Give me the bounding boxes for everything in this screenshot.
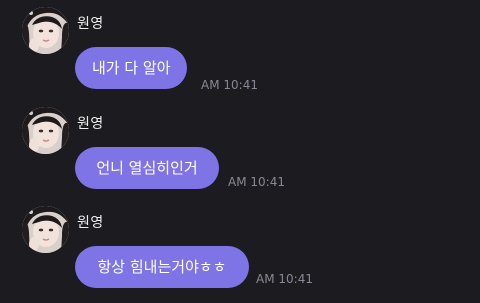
- profile-photo-icon: [22, 7, 69, 54]
- chat-message: 원영 언니 열심히인거 AM 10:41: [0, 100, 480, 200]
- message-bubble[interactable]: 항상 힘내는거야ㅎㅎ: [75, 246, 249, 288]
- message-time: AM 10:41: [256, 272, 313, 286]
- message-time: AM 10:41: [228, 175, 285, 189]
- sender-name: 원영: [77, 116, 104, 132]
- sender-name: 원영: [77, 16, 104, 32]
- avatar[interactable]: [22, 206, 69, 253]
- chat-message-list: 원영 내가 다 알아 AM 10:41 원영 언니 열심히인거 AM 10:41: [0, 0, 480, 303]
- profile-photo-icon: [22, 107, 69, 154]
- message-bubble[interactable]: 언니 열심히인거: [75, 147, 219, 189]
- avatar[interactable]: [22, 7, 69, 54]
- message-time: AM 10:41: [201, 78, 258, 92]
- chat-message: 원영 항상 힘내는거야ㅎㅎ AM 10:41: [0, 199, 480, 299]
- avatar[interactable]: [22, 107, 69, 154]
- sender-name: 원영: [77, 215, 104, 231]
- chat-message: 원영 내가 다 알아 AM 10:41: [0, 0, 480, 100]
- profile-photo-icon: [22, 206, 69, 253]
- message-bubble[interactable]: 내가 다 알아: [75, 47, 187, 89]
